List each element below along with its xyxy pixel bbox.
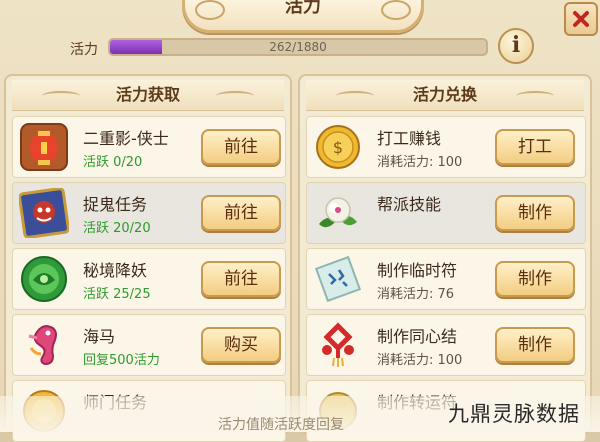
item-cost: 消耗活力: 76 xyxy=(377,287,455,302)
seahorse-icon xyxy=(19,320,69,370)
list-item: 制作同心结 消耗活力: 100 制作 xyxy=(306,314,586,376)
ghost-scroll-icon xyxy=(18,187,70,239)
footer-note: 活力值随活跃度回复 xyxy=(218,417,344,433)
go-button[interactable]: 前往 xyxy=(201,261,281,297)
item-title: 制作临时符 xyxy=(377,261,458,280)
go-button[interactable]: 前往 xyxy=(201,195,281,231)
craft-button[interactable]: 制作 xyxy=(495,327,575,363)
craft-button[interactable]: 制作 xyxy=(495,195,575,231)
list-item: 帮派技能 制作 xyxy=(306,182,586,244)
go-button[interactable]: 前往 xyxy=(201,129,281,165)
vitality-label: 活力 xyxy=(70,42,98,58)
cloud-ornament-icon xyxy=(42,91,80,101)
item-status: 活跃 25/25 xyxy=(83,287,151,302)
cloud-ornament-icon xyxy=(336,91,374,101)
list-item: 捉鬼任务 活跃 20/20 前往 xyxy=(12,182,286,244)
list-item: $ 打工赚钱 消耗活力: 100 打工 xyxy=(306,116,586,178)
page-title: 活力 xyxy=(285,0,321,17)
item-status: 回复500活力 xyxy=(83,353,160,368)
swirl-ornament-icon xyxy=(195,0,225,20)
panel-title: 活力获取 xyxy=(115,85,180,104)
title-plaque: 活力 xyxy=(182,0,424,33)
svg-text:$: $ xyxy=(333,138,343,157)
list-item: 秘境降妖 活跃 25/25 前往 xyxy=(12,248,286,310)
info-icon: i xyxy=(511,32,521,58)
jade-disc-icon xyxy=(19,254,69,304)
item-title: 秘境降妖 xyxy=(83,261,148,280)
panel-header: 活力兑换 xyxy=(306,80,584,111)
panel-title: 活力兑换 xyxy=(412,85,477,104)
flower-icon xyxy=(313,188,363,238)
vitality-bar: 262/1880 xyxy=(108,38,488,56)
buy-button[interactable]: 购买 xyxy=(201,327,281,363)
item-title: 打工赚钱 xyxy=(377,129,442,148)
list-item: 二重影-侠士 活跃 0/20 前往 xyxy=(12,116,286,178)
vitality-value: 262/1880 xyxy=(269,40,327,54)
cloud-ornament-icon xyxy=(516,91,554,101)
vitality-exchange-panel: 活力兑换 $ 打工赚钱 消耗活力: 100 打工 帮派技能 制作 制作临时符 消… xyxy=(298,74,592,442)
chinese-knot-icon xyxy=(313,320,363,370)
item-status: 活跃 20/20 xyxy=(83,221,151,236)
item-title: 制作同心结 xyxy=(377,327,458,346)
info-button[interactable]: i xyxy=(498,28,534,64)
watermark: 九鼎灵脉数据 xyxy=(448,402,580,426)
item-title: 帮派技能 xyxy=(377,195,442,214)
item-status: 活跃 0/20 xyxy=(83,155,143,170)
item-title: 捉鬼任务 xyxy=(83,195,148,214)
cloud-ornament-icon xyxy=(216,91,254,101)
vitality-gain-panel: 活力获取 二重影-侠士 活跃 0/20 前往 捉鬼任务 活跃 20/20 前往 … xyxy=(4,74,292,442)
gold-coin-icon: $ xyxy=(313,122,363,172)
item-cost: 消耗活力: 100 xyxy=(377,353,463,368)
item-cost: 消耗活力: 100 xyxy=(377,155,463,170)
craft-button[interactable]: 制作 xyxy=(495,261,575,297)
lantern-icon xyxy=(19,122,69,172)
item-title: 海马 xyxy=(83,327,116,346)
work-button[interactable]: 打工 xyxy=(495,129,575,165)
swirl-ornament-icon xyxy=(381,0,411,20)
panel-header: 活力获取 xyxy=(12,80,284,111)
list-item: 制作临时符 消耗活力: 76 制作 xyxy=(306,248,586,310)
talisman-icon xyxy=(313,254,363,304)
item-title: 二重影-侠士 xyxy=(83,129,169,148)
list-item: 海马 回复500活力 购买 xyxy=(12,314,286,376)
close-icon xyxy=(573,11,589,27)
close-button[interactable] xyxy=(564,2,598,36)
